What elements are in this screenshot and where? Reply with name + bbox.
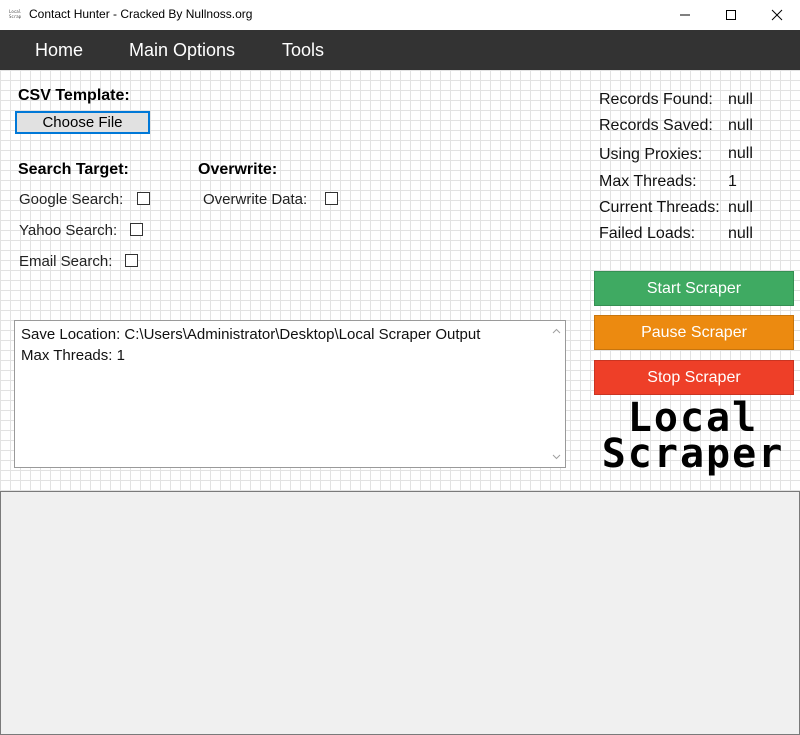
choose-file-button[interactable]: Choose File [15,111,150,134]
main-panel: CSV Template: Choose File Search Target:… [0,70,800,491]
stop-scraper-button[interactable]: Stop Scraper [594,360,794,395]
app-icon: Local Scraper [9,9,21,19]
max-threads-value: 1 [728,173,737,190]
overwrite-heading: Overwrite: [198,161,278,178]
menu-main-options[interactable]: Main Options [129,40,235,61]
failed-loads-value: null [728,225,753,242]
records-saved-label: Records Saved: [599,117,713,134]
log-line: Save Location: C:\Users\Administrator\De… [21,326,481,343]
overwrite-data-checkbox[interactable] [325,192,338,205]
title-bar: Local Scraper Contact Hunter - Cracked B… [0,0,800,30]
bottom-panel [0,491,800,735]
current-threads-label: Current Threads: [599,199,720,216]
google-search-label: Google Search: [19,191,124,208]
csv-template-heading: CSV Template: [18,87,130,104]
log-line: Max Threads: 1 [21,347,125,364]
maximize-icon [726,10,736,20]
close-icon [771,9,783,21]
records-found-label: Records Found: [599,91,713,108]
yahoo-search-checkbox[interactable] [130,223,143,236]
yahoo-search-label: Yahoo Search: [19,222,118,239]
minimize-icon [680,14,690,16]
log-output[interactable]: Save Location: C:\Users\Administrator\De… [14,320,566,468]
google-search-checkbox[interactable] [137,192,150,205]
close-button[interactable] [754,0,800,30]
menu-bar: Home Main Options Tools [0,30,800,70]
using-proxies-value: null [728,145,753,162]
overwrite-data-label: Overwrite Data: [203,191,308,208]
local-scraper-logo: Local Scraper [598,398,788,477]
menu-tools[interactable]: Tools [282,40,324,61]
log-scrollbar[interactable] [548,321,565,467]
logo-line-2: Scraper [601,431,785,477]
chevron-up-icon[interactable] [552,328,561,334]
start-scraper-button[interactable]: Start Scraper [594,271,794,306]
email-search-label: Email Search: [19,253,113,270]
minimize-button[interactable] [662,0,708,30]
records-found-value: null [728,91,753,108]
max-threads-label: Max Threads: [599,173,697,190]
pause-scraper-button[interactable]: Pause Scraper [594,315,794,350]
maximize-button[interactable] [708,0,754,30]
chevron-down-icon[interactable] [552,454,561,460]
records-saved-value: null [728,117,753,134]
current-threads-value: null [728,199,753,216]
search-target-heading: Search Target: [18,161,129,178]
email-search-checkbox[interactable] [125,254,138,267]
menu-home[interactable]: Home [35,40,83,61]
using-proxies-label: Using Proxies: [599,146,703,163]
failed-loads-label: Failed Loads: [599,225,696,242]
window-title: Contact Hunter - Cracked By Nullnoss.org [29,7,253,21]
